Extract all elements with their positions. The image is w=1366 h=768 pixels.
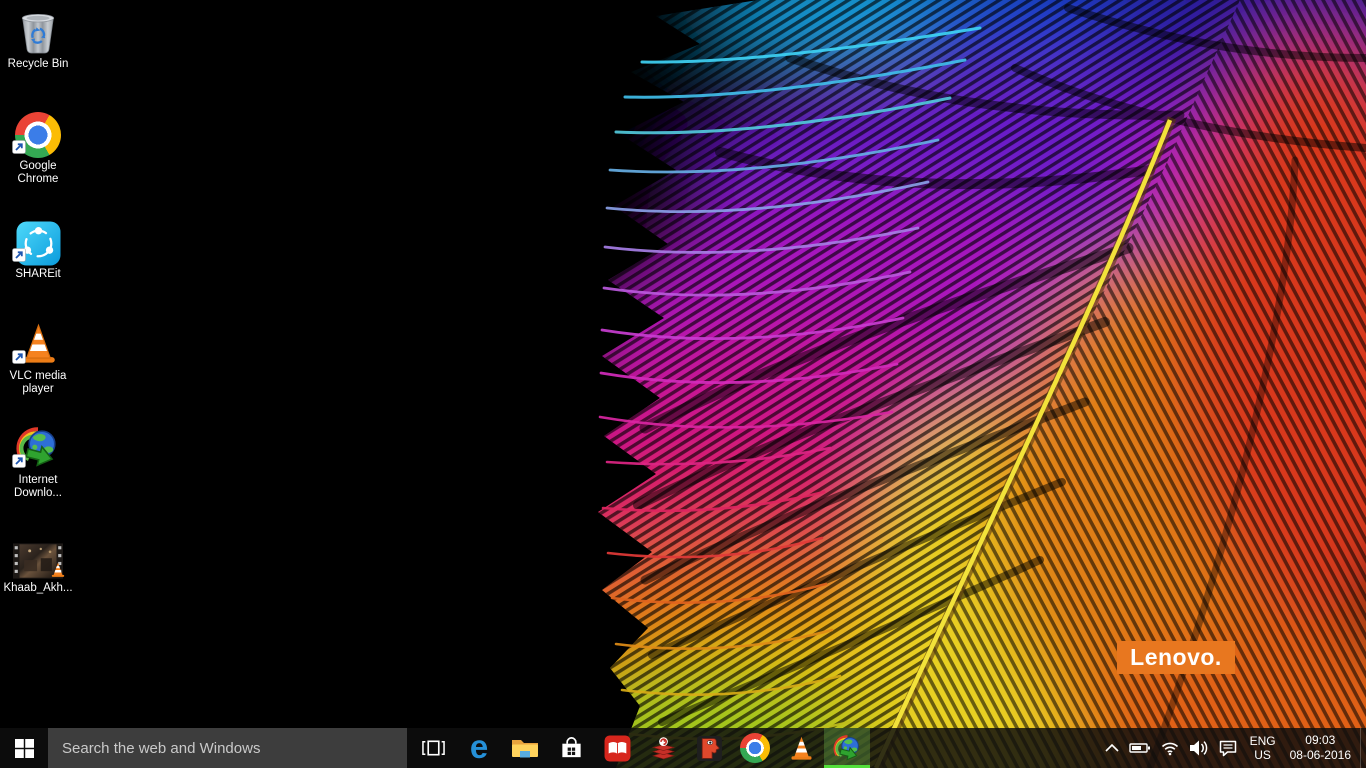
vlc-icon <box>787 734 816 763</box>
taskbar-app-chrome[interactable] <box>732 728 778 768</box>
wifi-icon <box>1161 740 1179 756</box>
battery-icon <box>1129 739 1151 757</box>
desktop[interactable]: Lenovo. <box>0 0 1366 768</box>
system-tray: ENG US 09:03 08-06-2016 <box>1100 728 1366 768</box>
desktop-icon-google-chrome[interactable]: GoogleChrome <box>0 108 76 186</box>
shortcut-arrow-icon <box>12 140 26 159</box>
clock[interactable]: 09:03 08-06-2016 <box>1284 733 1360 763</box>
google-chrome-icon <box>13 108 63 158</box>
idm-icon <box>832 733 863 764</box>
red-layers-icon <box>650 735 677 762</box>
taskbar-app-idm[interactable] <box>824 728 870 768</box>
battery-indicator[interactable] <box>1124 728 1156 768</box>
idm-icon <box>13 422 63 472</box>
shortcut-arrow-icon <box>12 350 26 369</box>
desktop-icon-label: Recycle Bin <box>8 58 69 71</box>
taskbar-app-red-book[interactable] <box>594 728 640 768</box>
chevron-up-icon <box>1105 744 1119 752</box>
lenovo-logo-text: Lenovo. <box>1130 644 1222 671</box>
desktop-icon-shareit[interactable]: SHAREit <box>0 216 76 281</box>
start-button[interactable] <box>0 728 48 768</box>
chrome-icon <box>740 733 770 763</box>
edge-icon: e <box>470 730 488 763</box>
red-face-icon <box>696 735 723 762</box>
language-line1: ENG <box>1250 734 1276 748</box>
volume-indicator[interactable] <box>1184 728 1214 768</box>
desktop-icon-label: VLC media <box>10 370 67 382</box>
taskbar: e <box>0 728 1366 768</box>
show-desktop-button[interactable] <box>1360 728 1366 768</box>
task-view-icon <box>422 739 445 757</box>
desktop-icon-vlc[interactable]: VLC mediaplayer <box>0 318 76 396</box>
desktop-icon-label: Internet <box>19 474 58 486</box>
taskbar-app-edge[interactable]: e <box>456 728 502 768</box>
taskbar-search-input[interactable] <box>48 728 407 768</box>
recycle-bin-icon <box>13 6 63 56</box>
volume-icon <box>1189 739 1209 757</box>
shareit-icon <box>13 216 63 266</box>
show-hidden-icons-button[interactable] <box>1100 728 1124 768</box>
windows-logo-icon <box>15 739 34 758</box>
desktop-icon-label: SHAREit <box>15 268 60 281</box>
taskbar-app-red-layers[interactable] <box>640 728 686 768</box>
file-explorer-icon <box>511 737 539 759</box>
clock-date: 08-06-2016 <box>1290 748 1351 763</box>
desktop-icon-khaab-video[interactable]: Khaab_Akh... <box>0 540 76 595</box>
desktop-icon-recycle-bin[interactable]: Recycle Bin <box>0 6 76 71</box>
taskbar-app-red-face[interactable] <box>686 728 732 768</box>
lenovo-logo: Lenovo. <box>1117 641 1235 674</box>
desktop-icon-label: Google <box>19 160 56 172</box>
task-view-button[interactable] <box>410 728 456 768</box>
language-indicator[interactable]: ENG US <box>1242 734 1284 762</box>
clock-time: 09:03 <box>1305 733 1335 748</box>
taskbar-app-vlc[interactable] <box>778 728 824 768</box>
store-icon <box>559 736 584 761</box>
taskbar-app-store[interactable] <box>548 728 594 768</box>
action-center-icon <box>1219 740 1237 757</box>
language-line2: US <box>1254 748 1271 762</box>
taskbar-app-file-explorer[interactable] <box>502 728 548 768</box>
video-file-thumbnail <box>13 540 63 580</box>
desktop-icon-idm[interactable]: InternetDownlo... <box>0 422 76 500</box>
network-indicator[interactable] <box>1156 728 1184 768</box>
vlc-icon <box>13 318 63 368</box>
shortcut-arrow-icon <box>12 454 26 473</box>
action-center-button[interactable] <box>1214 728 1242 768</box>
vlc-file-badge-icon <box>49 561 67 584</box>
shortcut-arrow-icon <box>12 248 26 267</box>
red-book-icon <box>604 735 631 762</box>
